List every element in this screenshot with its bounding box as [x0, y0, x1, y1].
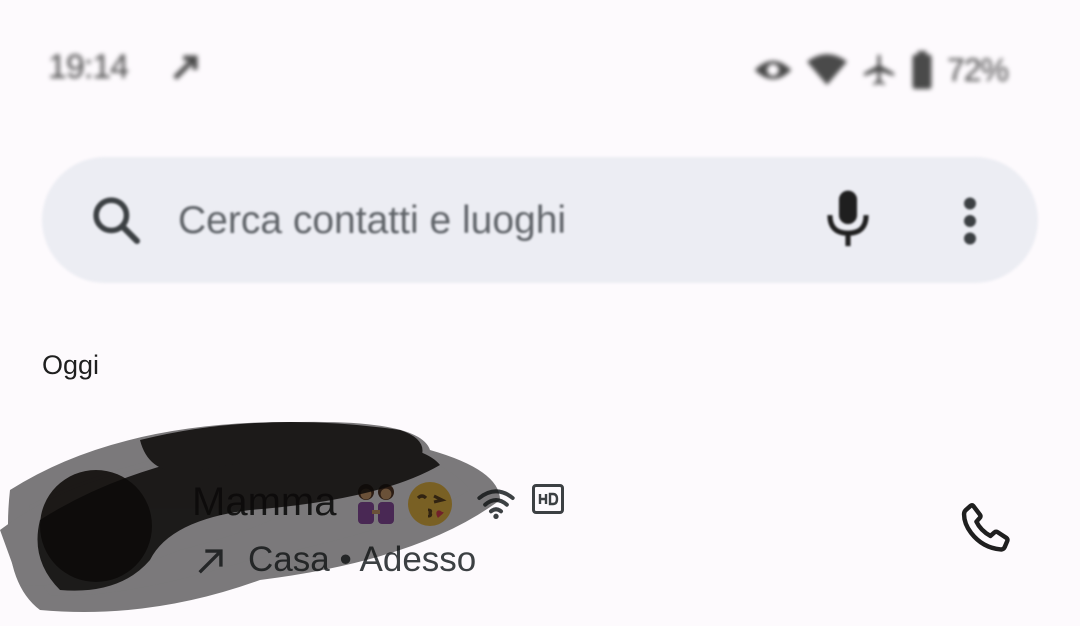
call-detail-separator: • [339, 540, 352, 579]
battery-percent: 72% [946, 51, 1009, 88]
eye-icon [754, 60, 792, 80]
call-location: Casa [248, 540, 330, 579]
call-button[interactable] [946, 488, 1026, 568]
women-holding-hands-emoji [358, 484, 394, 524]
battery-icon [912, 51, 932, 89]
contact-name: Mamma [192, 480, 337, 524]
call-detail: Casa • Adesso [248, 540, 476, 580]
contact-avatar[interactable] [40, 470, 152, 582]
search-icon [93, 197, 141, 245]
more-vert-icon[interactable] [950, 196, 990, 246]
hd-glyph-icon [538, 492, 559, 506]
hd-icon [532, 484, 564, 514]
missed-call-icon [173, 55, 198, 80]
microphone-icon[interactable] [822, 188, 874, 250]
wifi-icon [806, 54, 847, 85]
wifi-call-icon [477, 489, 515, 519]
outgoing-call-icon [198, 549, 223, 574]
phone-screen: 19:14 72% Cerca contatti e luoghi Oggi M… [0, 0, 1080, 626]
kissing-face-emoji [408, 482, 452, 526]
status-time: 19:14 [48, 48, 129, 86]
phone-icon [961, 503, 1010, 552]
call-log-item[interactable]: Mamma Casa • Adesso [0, 410, 1080, 626]
status-bar: 19:14 72% [0, 40, 1080, 100]
status-icons: 72% [753, 48, 1009, 92]
call-time: Adesso [359, 540, 477, 579]
search-input[interactable] [178, 194, 778, 248]
airplane-icon [863, 55, 894, 85]
section-header-today: Oggi [42, 350, 100, 380]
